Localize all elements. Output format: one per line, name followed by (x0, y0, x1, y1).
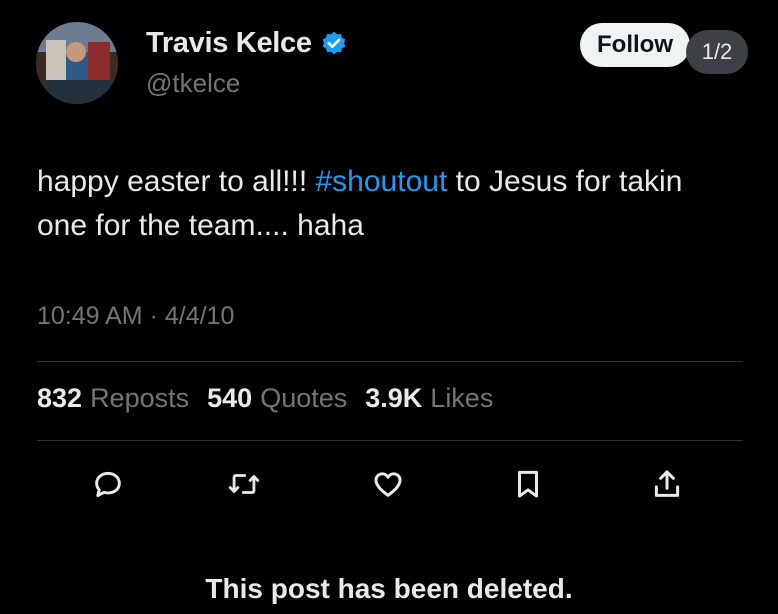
quotes-label: Quotes (260, 383, 348, 413)
repost-icon[interactable] (226, 466, 262, 502)
follow-button[interactable]: Follow (580, 23, 690, 67)
bookmark-icon[interactable] (510, 466, 546, 502)
tweet-text-part1: happy easter to all!!! (37, 165, 316, 198)
quotes-count: 540 (207, 383, 253, 413)
tweet-text: happy easter to all!!! #shoutout to Jesu… (37, 160, 737, 248)
post-timestamp[interactable]: 10:49 AM · 4/4/10 (37, 302, 234, 331)
page-indicator: 1/2 (686, 30, 748, 74)
likes-label: Likes (430, 383, 494, 413)
deleted-post-notice: This post has been deleted. (205, 573, 573, 604)
divider-top (37, 361, 743, 362)
likes-count: 3.9K (365, 383, 423, 413)
reposts-stat[interactable]: 832 Reposts (37, 383, 189, 414)
share-icon[interactable] (649, 466, 685, 502)
reposts-count: 832 (37, 383, 83, 413)
quotes-stat[interactable]: 540 Quotes (207, 383, 347, 414)
hashtag-link[interactable]: #shoutout (316, 165, 448, 198)
avatar[interactable] (36, 22, 118, 104)
reply-icon[interactable] (90, 466, 126, 502)
user-handle[interactable]: @tkelce (146, 68, 240, 99)
display-name[interactable]: Travis Kelce (146, 27, 312, 60)
divider-bottom (37, 440, 743, 441)
reposts-label: Reposts (90, 383, 190, 413)
engagement-stats: 832 Reposts 540 Quotes 3.9K Likes (37, 383, 493, 414)
verified-badge-icon (320, 30, 348, 58)
likes-stat[interactable]: 3.9K Likes (365, 383, 493, 414)
like-icon[interactable] (370, 466, 406, 502)
